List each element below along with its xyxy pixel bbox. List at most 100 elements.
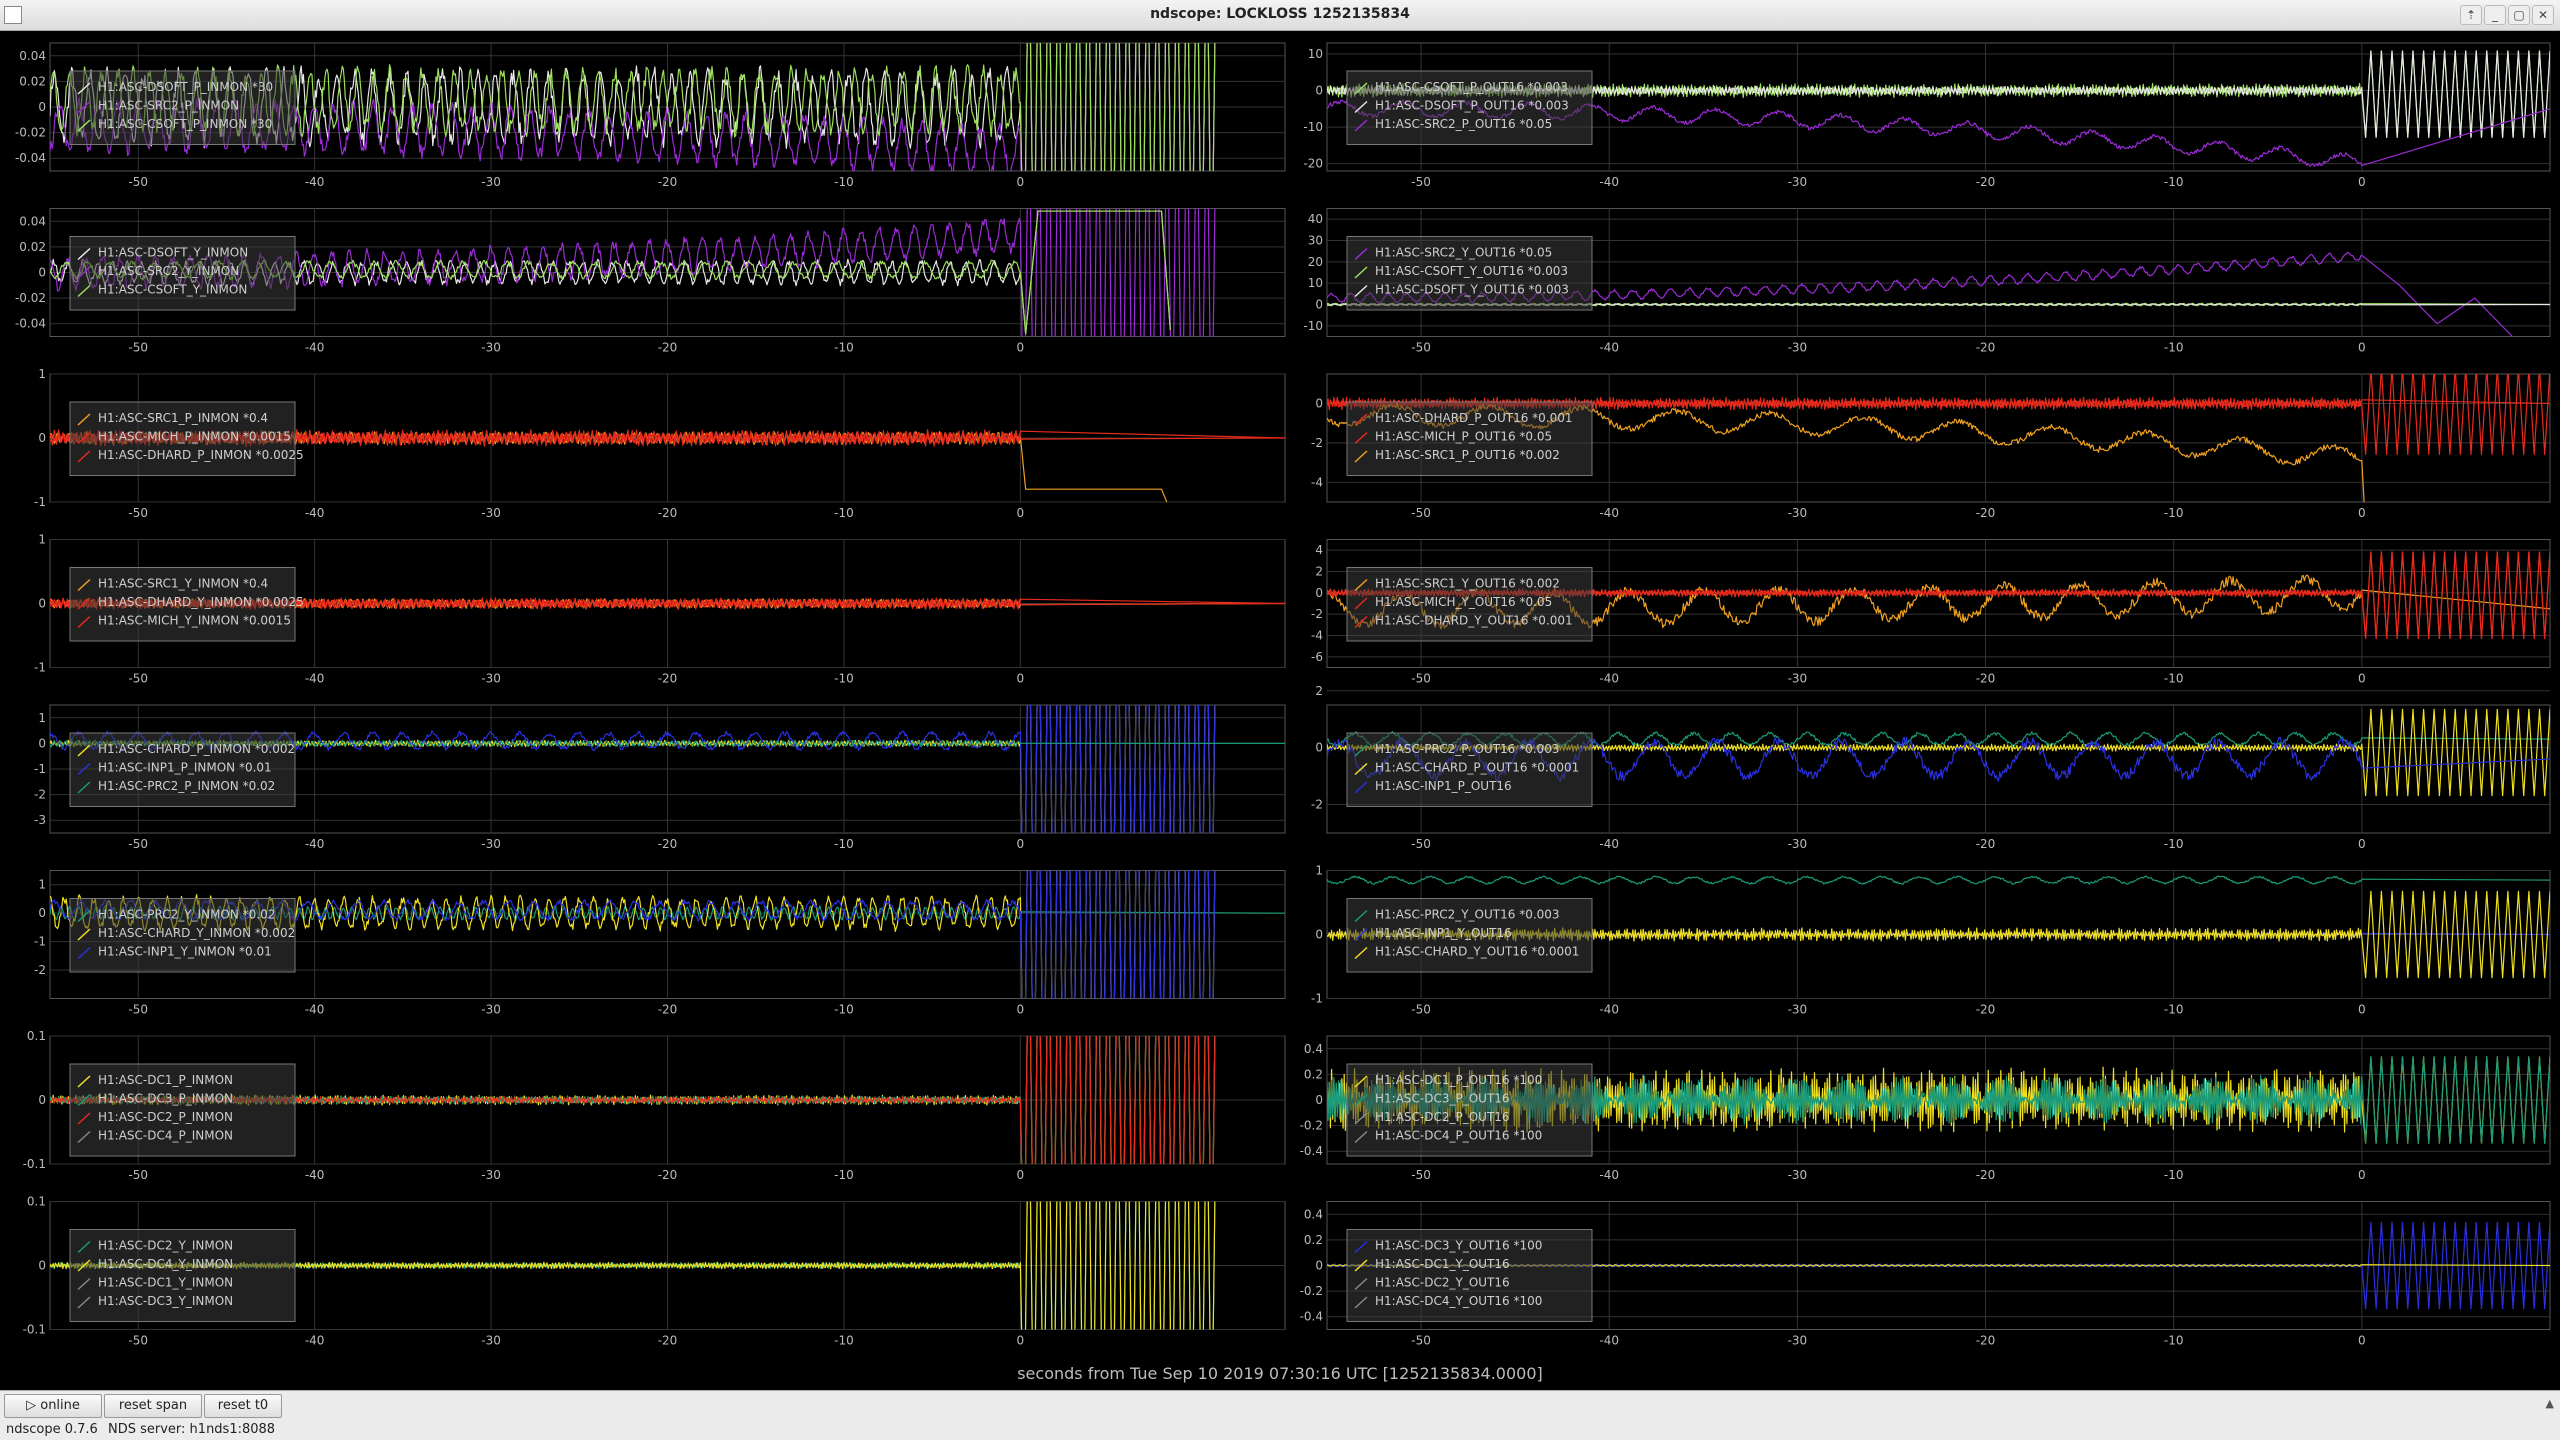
x-tick-label: -10 [2164, 672, 2184, 686]
x-tick-label: -50 [1411, 506, 1431, 520]
x-tick-label: -10 [834, 1334, 854, 1348]
legend-entry: H1:ASC-DC2_P_INMON [98, 1110, 233, 1124]
y-tick-label: 1 [38, 711, 46, 725]
x-tick-label: -30 [1788, 1334, 1808, 1348]
x-tick-label: -40 [305, 1003, 325, 1017]
legend-entry: H1:ASC-DSOFT_P_INMON *30 [98, 80, 273, 94]
x-tick-label: -20 [1976, 837, 1996, 851]
legend-entry: H1:ASC-SRC2_P_INMON [98, 99, 239, 113]
legend-entry: H1:ASC-SRC1_P_INMON *0.4 [98, 411, 268, 425]
plot-panel: -50 -40 -30 -20 -10 0 0.4 0.2 0 -0.2 -0.4 H1:ASC-DC… [1300, 1035, 2551, 1182]
legend-entry: H1:ASC-DC1_P_OUT16 *100 [1375, 1073, 1542, 1087]
x-tick-label: -20 [658, 837, 678, 851]
x-tick-label: 0 [1017, 341, 1025, 355]
y-tick-label: 0 [38, 1093, 46, 1107]
plot-grid[interactable]: -50 -40 -30 -20 -10 0 0.04 0.02 0 -0.02 -0.04 H1:AS… [0, 31, 2560, 1396]
legend-entry: H1:ASC-CHARD_Y_INMON *0.002 [98, 926, 295, 940]
x-tick-label: -50 [1411, 1168, 1431, 1182]
x-tick-label: -20 [658, 175, 678, 189]
legend-entry: H1:ASC-SRC2_Y_OUT16 *0.05 [1375, 246, 1552, 260]
legend-entry: H1:ASC-DC3_Y_INMON [98, 1294, 233, 1308]
x-tick-label: -20 [1976, 1003, 1996, 1017]
legend-entry: H1:ASC-DC2_Y_INMON [98, 1239, 233, 1253]
x-tick-label: -10 [2164, 1003, 2184, 1017]
plot-panel: -50 -40 -30 -20 -10 0 40 30 20 10 0 -10 H1:ASC-SRC2_… [1303, 208, 2551, 355]
x-tick-label: -40 [305, 672, 325, 686]
plots-svg[interactable]: -50 -40 -30 -20 -10 00.040.020-0.02-0.04H1:AS… [0, 31, 2560, 1361]
x-tick-label: -50 [128, 1003, 148, 1017]
legend-entry: H1:ASC-CSOFT_P_INMON *30 [98, 117, 272, 131]
legend-entry: H1:ASC-SRC2_P_OUT16 *0.05 [1375, 117, 1552, 131]
plot-panel: -50 -40 -30 -20 -10 0 10 0 -10 -20 H1:ASC-CSOFT_P_… [1303, 42, 2551, 189]
x-tick-label: 0 [1017, 672, 1025, 686]
x-tick-label: -40 [305, 341, 325, 355]
x-tick-label: -50 [128, 672, 148, 686]
x-tick-label: -50 [128, 341, 148, 355]
close-button[interactable]: ✕ [2532, 5, 2554, 25]
y-tick-label: -4 [1311, 475, 1323, 489]
x-tick-label: 0 [2358, 175, 2366, 189]
x-tick-label: -40 [1599, 672, 1619, 686]
x-tick-label: -20 [658, 1003, 678, 1017]
collapse-arrow-icon[interactable]: ▲ [2546, 1397, 2554, 1410]
x-tick-label: -20 [658, 1334, 678, 1348]
legend-entry: H1:ASC-DC1_Y_OUT16 [1375, 1257, 1510, 1271]
x-tick-label: 0 [1017, 1334, 1025, 1348]
x-tick-label: 0 [1017, 1003, 1025, 1017]
y-tick-label: -1 [34, 935, 46, 949]
x-tick-label: -40 [305, 1334, 325, 1348]
legend-entry: H1:ASC-DHARD_P_INMON *0.0025 [98, 448, 304, 462]
legend-entry: H1:ASC-CHARD_Y_OUT16 *0.0001 [1375, 945, 1579, 959]
y-tick-label: 2 [1315, 684, 1323, 698]
y-tick-label: 0.04 [19, 49, 46, 63]
legend-entry: H1:ASC-DSOFT_P_OUT16 *0.003 [1375, 99, 1569, 113]
legend-entry: H1:ASC-CHARD_P_OUT16 *0.0001 [1375, 761, 1579, 775]
x-tick-label: -20 [1976, 1334, 1996, 1348]
reset-t0-button[interactable]: reset t0 [204, 1394, 282, 1418]
x-tick-label: -10 [834, 175, 854, 189]
x-tick-label: -40 [1599, 1334, 1619, 1348]
y-tick-label: 0.2 [1304, 1233, 1323, 1247]
y-tick-label: -4 [1311, 629, 1323, 643]
x-tick-label: -10 [834, 837, 854, 851]
x-tick-label: 0 [2358, 672, 2366, 686]
x-tick-label: -10 [2164, 837, 2184, 851]
legend-entry: H1:ASC-INP1_P_OUT16 [1375, 779, 1512, 793]
y-tick-label: 1 [1315, 864, 1323, 878]
online-button[interactable]: ▷ online [4, 1394, 102, 1418]
maximize-button[interactable]: ▢ [2508, 5, 2530, 25]
shade-button[interactable]: ⇡ [2460, 5, 2482, 25]
y-tick-label: 0.1 [27, 1029, 46, 1043]
x-tick-label: -40 [305, 1168, 325, 1182]
y-tick-label: 0 [38, 100, 46, 114]
minimize-button[interactable]: _ [2484, 5, 2506, 25]
y-tick-label: 0 [1315, 298, 1323, 312]
y-tick-label: -1 [34, 495, 46, 509]
legend-entry: H1:ASC-DC4_P_OUT16 *100 [1375, 1129, 1542, 1143]
x-tick-label: 0 [2358, 837, 2366, 851]
x-tick-label: -50 [128, 175, 148, 189]
y-tick-label: -0.02 [15, 126, 46, 140]
legend-entry: H1:ASC-PRC2_Y_INMON *0.02 [98, 908, 275, 922]
legend-entry: H1:ASC-DC3_Y_OUT16 *100 [1375, 1239, 1542, 1253]
x-tick-label: -30 [1788, 175, 1808, 189]
x-tick-label: -30 [1788, 1003, 1808, 1017]
x-tick-label: -30 [1788, 837, 1808, 851]
y-tick-label: 0.4 [1304, 1042, 1323, 1056]
x-tick-label: -20 [1976, 175, 1996, 189]
x-axis-caption: seconds from Tue Sep 10 2019 07:30:16 UT… [1017, 1364, 1543, 1383]
legend-entry: H1:ASC-SRC2_Y_INMON [98, 264, 239, 278]
window-title: ndscope: LOCKLOSS 1252135834 [1150, 6, 1410, 22]
plot-panel: -50 -40 -30 -20 -10 0 1 0 -1 H1:ASC-SRC1_Y_INMON … [34, 533, 1286, 686]
y-tick-label: 40 [1308, 212, 1323, 226]
x-tick-label: -30 [481, 837, 501, 851]
y-tick-label: -0.02 [15, 291, 46, 305]
plot-panel: -50 -40 -30 -20 -10 0 1 0 -1 H1:ASC-PRC2_Y_OUT16 … [1311, 864, 2551, 1017]
legend-entry: H1:ASC-INP1_Y_INMON *0.01 [98, 945, 272, 959]
x-tick-label: -10 [834, 506, 854, 520]
y-tick-label: -1 [34, 661, 46, 675]
y-tick-label: 0 [38, 906, 46, 920]
x-tick-label: -10 [2164, 1334, 2184, 1348]
x-tick-label: -50 [128, 1334, 148, 1348]
reset-span-button[interactable]: reset span [104, 1394, 202, 1418]
